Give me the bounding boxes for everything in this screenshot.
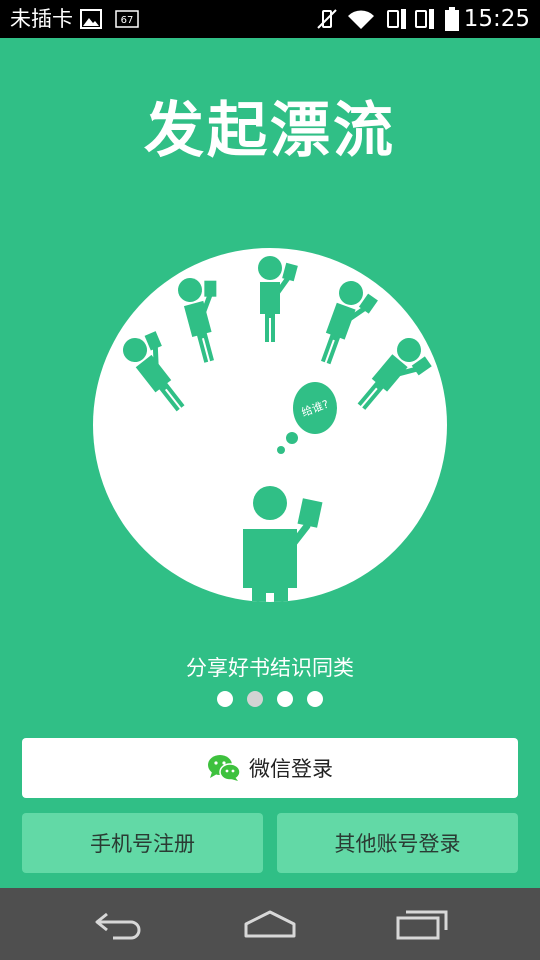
page-dot-2-active[interactable] (247, 691, 263, 707)
page-dot-3[interactable] (277, 691, 293, 707)
sim2-signal-icon (415, 9, 434, 29)
main-panel: 发起漂流 给谁? 分享好书结识同类 微信登录 手机号注册 其他账号登录 (0, 38, 540, 888)
page-dot-4[interactable] (307, 691, 323, 707)
carrier-text: 未插卡 (10, 7, 73, 31)
tagline: 分享好书结识同类 (186, 656, 354, 680)
page-title: 发起漂流 (144, 96, 396, 166)
navigation-bar (0, 888, 540, 960)
status-bar: 未插卡 67 15:25 (0, 0, 540, 38)
sim1-signal-icon (387, 9, 406, 29)
svg-text:67: 67 (121, 15, 134, 26)
other-account-login-label: 其他账号登录 (334, 832, 461, 856)
recent-apps-icon[interactable] (394, 906, 450, 942)
wechat-login-label: 微信登录 (249, 757, 333, 781)
status-time: 15:25 (463, 6, 530, 32)
vibrate-mute-icon (317, 9, 337, 29)
battery-icon (445, 7, 459, 31)
wechat-icon (208, 755, 241, 781)
wechat-login-button[interactable]: 微信登录 (22, 738, 518, 798)
back-icon[interactable] (93, 906, 147, 942)
book-drift-illustration: 给谁? (93, 248, 447, 602)
page-indicator (0, 691, 540, 707)
wifi-icon (348, 10, 374, 29)
home-icon[interactable] (242, 906, 298, 942)
notification-count-icon: 67 (115, 10, 139, 28)
other-account-login-button[interactable]: 其他账号登录 (277, 813, 518, 873)
page-dot-1[interactable] (217, 691, 233, 707)
phone-register-button[interactable]: 手机号注册 (22, 813, 263, 873)
screen: 未插卡 67 15:25 发起漂流 给谁? 分享好书结识同类 微信登录 手机号注… (0, 0, 540, 960)
phone-register-label: 手机号注册 (90, 832, 195, 856)
image-notification-icon (80, 9, 102, 29)
